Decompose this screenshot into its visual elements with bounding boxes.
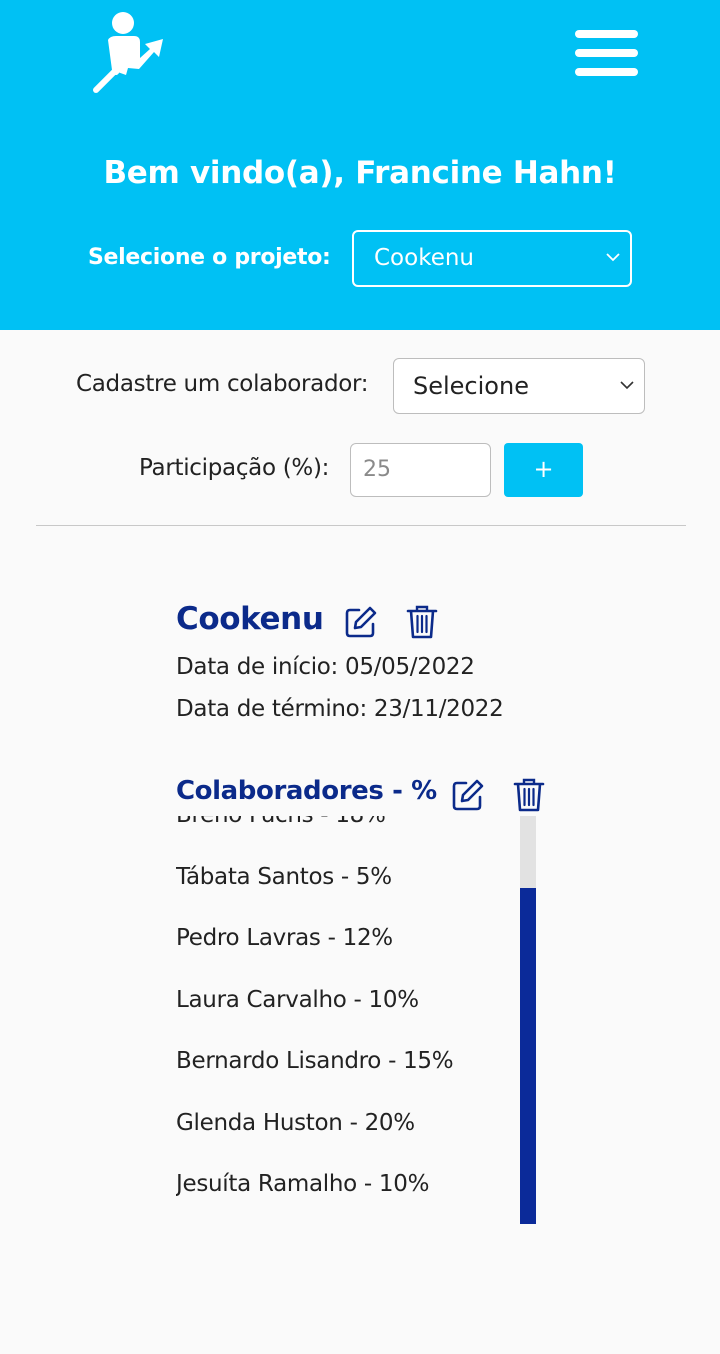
add-collaborator-button[interactable]: +: [504, 443, 583, 497]
project-end-date: Data de término: 23/11/2022: [176, 696, 504, 722]
project-select-label: Selecione o projeto:: [88, 245, 331, 270]
participation-input[interactable]: 25: [350, 443, 491, 497]
list-item: Glenda Huston - 20%: [176, 1109, 415, 1136]
chevron-down-icon: [606, 253, 620, 262]
collaborator-label: Cadastre um colaborador:: [76, 371, 369, 397]
welcome-message: Bem vindo(a), Francine Hahn!: [103, 155, 617, 191]
header: Bem vindo(a), Francine Hahn! Selecione o…: [0, 0, 720, 330]
collaborators-title: Colaboradores - %: [176, 776, 437, 806]
list-item: Bernardo Lisandro - 15%: [176, 1048, 454, 1074]
list-item: Tábata Santos - 5%: [176, 863, 392, 890]
chevron-down-icon: [620, 381, 634, 390]
scrollbar[interactable]: [520, 816, 536, 1224]
collaborator-select[interactable]: Selecione: [393, 358, 645, 414]
list-item: Pedro Lavras - 12%: [176, 925, 393, 951]
edit-icon[interactable]: [344, 605, 378, 639]
edit-icon[interactable]: [451, 778, 485, 812]
collaborator-select-value: Selecione: [413, 372, 529, 400]
menu-icon[interactable]: [575, 30, 638, 76]
collaborators-list[interactable]: Breno Fuchs - 18% Tábata Santos - 5% Ped…: [176, 816, 516, 1224]
project-title: Cookenu: [176, 601, 324, 637]
project-select[interactable]: Cookenu: [352, 230, 632, 287]
trash-icon[interactable]: [513, 777, 545, 813]
list-item: Laura Carvalho - 10%: [176, 986, 419, 1013]
participation-label: Participação (%):: [139, 455, 330, 481]
list-item: Jesuíta Ramalho - 10%: [176, 1171, 430, 1197]
list-item: Breno Fuchs - 18%: [176, 816, 516, 847]
scrollbar-thumb[interactable]: [520, 888, 536, 1224]
project-select-value: Cookenu: [374, 245, 475, 271]
project-start-date: Data de início: 05/05/2022: [176, 654, 475, 680]
trash-icon[interactable]: [406, 604, 438, 640]
logo-person-chart-icon: [93, 12, 163, 93]
divider: [36, 525, 686, 526]
